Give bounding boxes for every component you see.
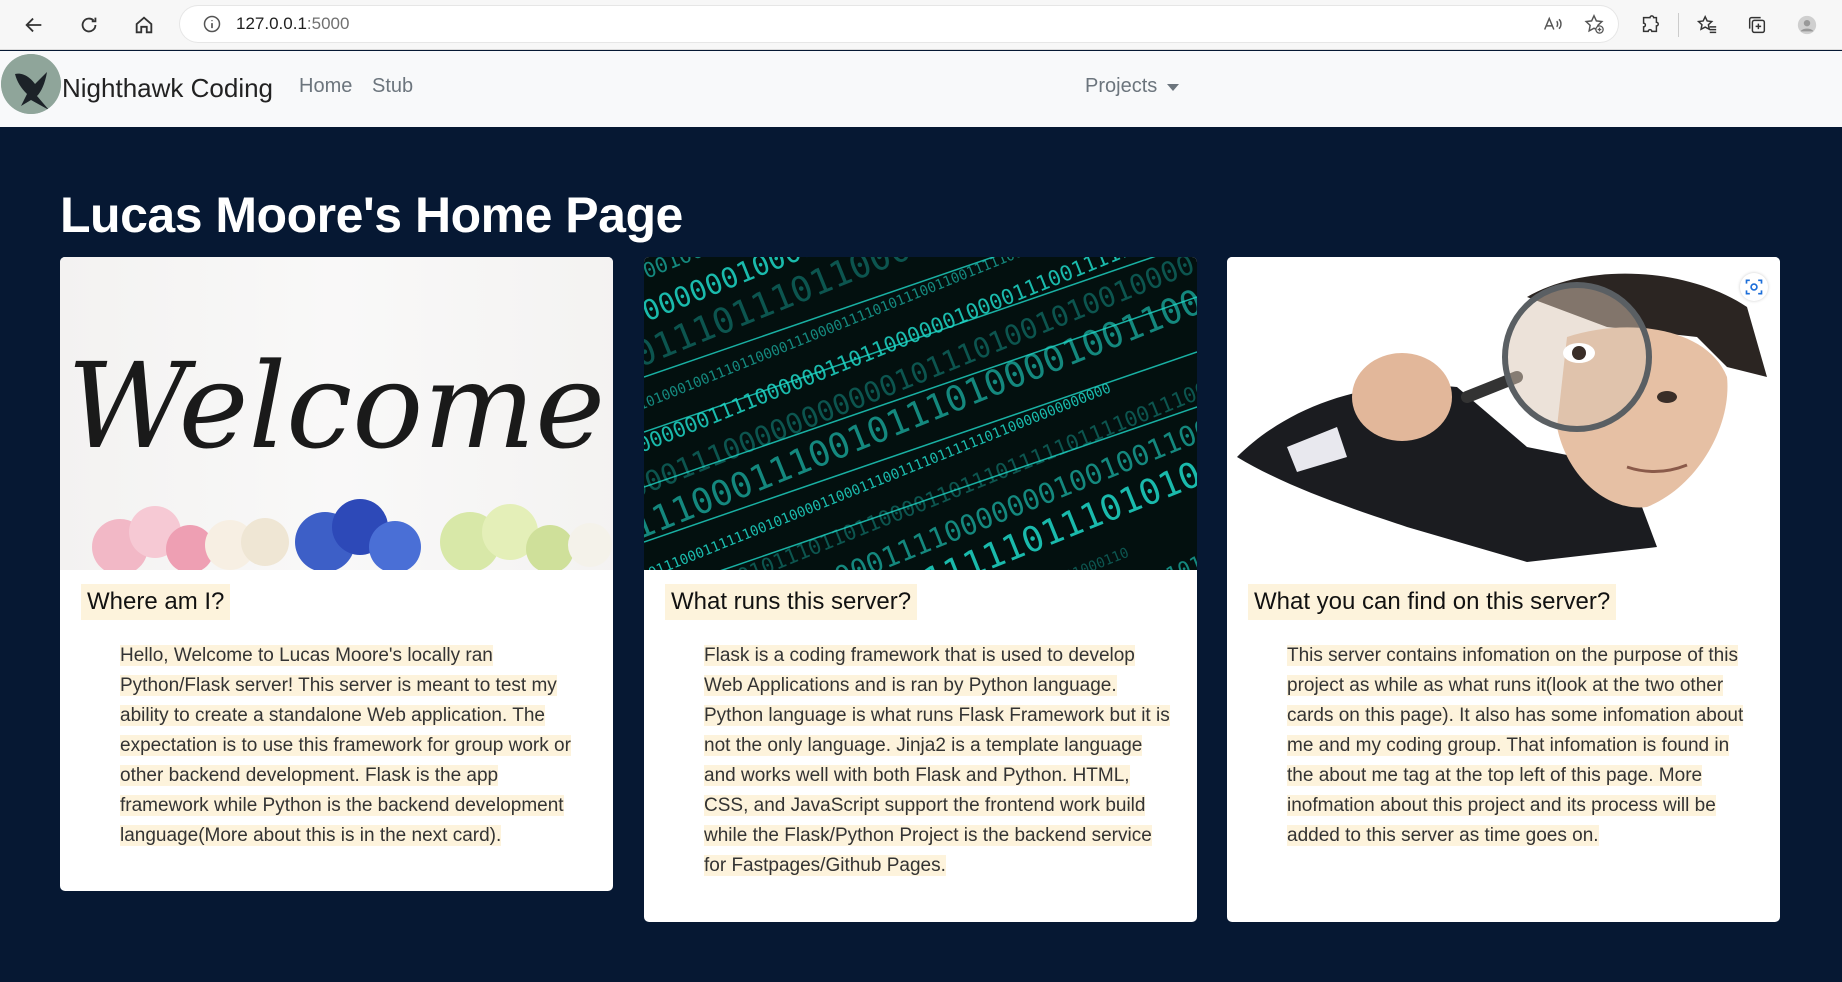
extensions-button[interactable] bbox=[1628, 3, 1672, 47]
card-where-am-i: Welcome Where am I? Hello, Welcome to Lu… bbox=[60, 257, 613, 891]
card-title: What you can find on this server? bbox=[1248, 584, 1617, 620]
card-title: Where am I? bbox=[81, 584, 231, 620]
card-title: What runs this server? bbox=[665, 584, 918, 620]
back-arrow-icon bbox=[25, 17, 42, 33]
card-what-find: What you can find on this server? This s… bbox=[1227, 257, 1780, 922]
read-aloud-icon bbox=[1543, 16, 1562, 30]
url-host: 127.0.0.1 bbox=[236, 14, 307, 33]
refresh-icon bbox=[81, 17, 97, 33]
browser-toolbar: 127.0.0.1:5000 bbox=[0, 0, 1842, 50]
url-port: :5000 bbox=[306, 14, 350, 33]
nav-link-home[interactable]: Home bbox=[299, 75, 352, 98]
welcome-image: Welcome bbox=[60, 257, 613, 570]
read-aloud-button[interactable] bbox=[1538, 10, 1566, 38]
brand-name[interactable]: Nighthawk Coding bbox=[62, 73, 273, 104]
magnifying-glass-man-image bbox=[1227, 257, 1780, 570]
caret-down-icon bbox=[1167, 84, 1180, 91]
card-text-content: This server contains infomation on the p… bbox=[1287, 645, 1744, 846]
add-favorite-button[interactable] bbox=[1580, 10, 1608, 38]
favorites-icon bbox=[1696, 15, 1717, 34]
url-text[interactable]: 127.0.0.1:5000 bbox=[236, 14, 349, 34]
visual-search-icon[interactable] bbox=[1740, 273, 1768, 301]
nav-link-stub[interactable]: Stub bbox=[372, 75, 413, 98]
star-add-icon bbox=[1584, 14, 1604, 34]
card-text: This server contains infomation on the p… bbox=[1287, 641, 1757, 851]
home-button[interactable] bbox=[122, 3, 166, 47]
toolbar-divider bbox=[1678, 13, 1679, 37]
profile-button[interactable] bbox=[1785, 3, 1829, 47]
info-icon[interactable] bbox=[202, 14, 222, 34]
back-button[interactable] bbox=[12, 3, 56, 47]
profile-icon bbox=[1797, 15, 1817, 35]
address-bar[interactable]: 127.0.0.1:5000 bbox=[180, 6, 1618, 42]
collections-icon bbox=[1748, 16, 1766, 34]
favorites-button[interactable] bbox=[1685, 3, 1729, 47]
card-text: Hello, Welcome to Lucas Moore's locally … bbox=[120, 641, 590, 851]
card-text: Flask is a coding framework that is used… bbox=[704, 641, 1174, 881]
puzzle-icon bbox=[1642, 15, 1659, 33]
home-icon bbox=[135, 16, 153, 34]
card-what-runs: 0100010110011000101000110010011001001001… bbox=[644, 257, 1197, 922]
collections-button[interactable] bbox=[1735, 3, 1779, 47]
site-navbar: Nighthawk Coding Home Stub Projects bbox=[0, 51, 1842, 127]
nighthawk-logo[interactable] bbox=[1, 54, 61, 114]
binary-code-image: 0100010110011000101000110010011001001001… bbox=[644, 257, 1197, 570]
projects-dropdown[interactable]: Projects bbox=[1085, 75, 1180, 98]
page-title: Lucas Moore's Home Page bbox=[60, 187, 683, 243]
projects-dropdown-label: Projects bbox=[1085, 75, 1158, 97]
card-text-content: Hello, Welcome to Lucas Moore's locally … bbox=[120, 645, 571, 846]
refresh-button[interactable] bbox=[67, 3, 111, 47]
welcome-script-text: Welcome bbox=[67, 337, 605, 475]
card-text-content: Flask is a coding framework that is used… bbox=[704, 645, 1170, 876]
